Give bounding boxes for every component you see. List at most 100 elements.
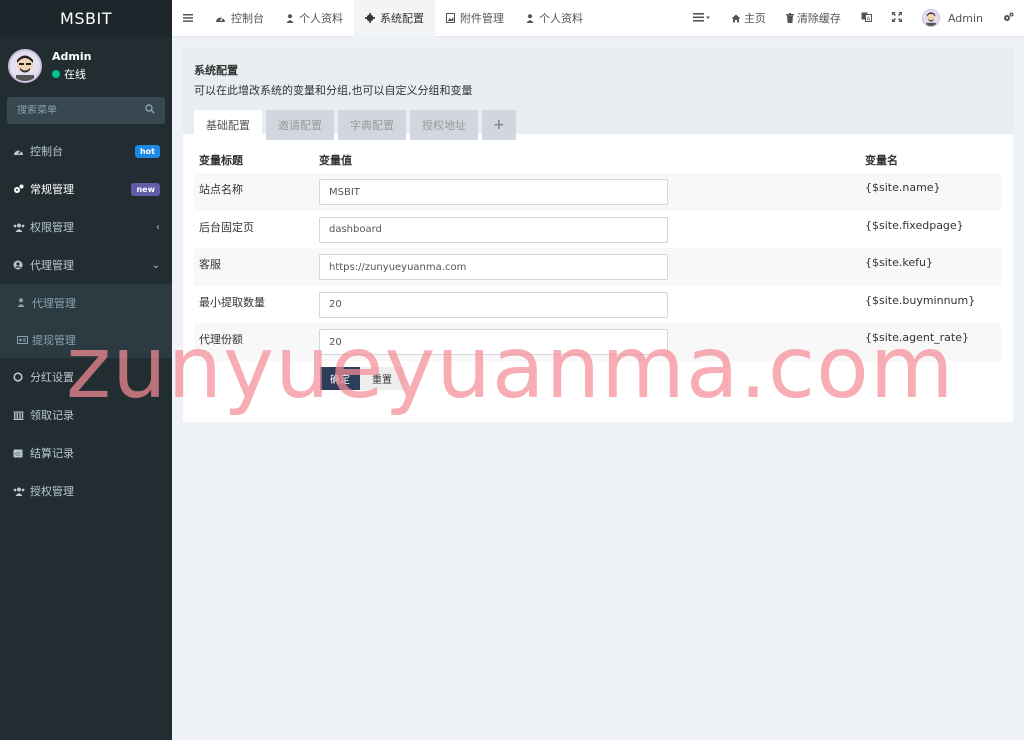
sidebar-item-permissions[interactable]: 权限管理 ‹ xyxy=(0,208,172,246)
user-icon xyxy=(286,13,294,23)
user-info: Admin 在线 xyxy=(52,50,91,82)
user-menu[interactable]: Admin xyxy=(912,0,993,37)
row-variable: {$site.name} xyxy=(860,173,1001,211)
svg-text:cc: cc xyxy=(15,451,21,457)
tab-system-config[interactable]: 系统配置 xyxy=(354,0,435,37)
brand-logo[interactable]: MSBIT xyxy=(0,0,172,37)
fixed-page-input[interactable] xyxy=(319,216,668,243)
row-variable: {$site.fixedpage} xyxy=(865,218,964,232)
sidebar-subitem-label: 提现管理 xyxy=(32,333,76,347)
reset-button[interactable]: 重置 xyxy=(360,367,404,390)
top-right-actions: 主页 清除缓存 A Admin xyxy=(683,0,1024,37)
config-table: 变量标题 变量值 变量名 站点名称 {$site.name} 后台固定页 {$s… xyxy=(194,147,1001,361)
site-name-input[interactable] xyxy=(319,179,668,205)
clear-cache-label: 清除缓存 xyxy=(796,12,841,25)
sidebar-item-label: 领取记录 xyxy=(30,409,74,422)
column-header: 变量值 xyxy=(319,154,352,167)
row-variable: {$site.kefu} xyxy=(860,248,1001,286)
add-tab-button[interactable]: + xyxy=(482,110,516,140)
svg-text:A: A xyxy=(867,16,871,22)
tab-label: 附件管理 xyxy=(460,12,504,25)
tab-profile[interactable]: 个人资料 xyxy=(275,0,354,37)
search-icon[interactable] xyxy=(145,104,155,117)
list-icon xyxy=(692,12,711,25)
menu-toggle-icon[interactable] xyxy=(172,0,204,37)
tab-label: 个人资料 xyxy=(299,12,343,25)
group-icon xyxy=(13,487,25,496)
tab-profile-2[interactable]: 个人资料 xyxy=(515,0,594,37)
language-button[interactable]: A xyxy=(851,0,882,37)
gear-icon xyxy=(365,13,375,23)
chevron-left-icon: ‹ xyxy=(156,221,160,233)
tab-license-url[interactable]: 授权地址 xyxy=(410,110,478,140)
image-file-icon xyxy=(446,13,455,23)
user-panel: Admin 在线 xyxy=(0,41,172,91)
customer-service-input[interactable] xyxy=(319,254,668,280)
table-row: 站点名称 {$site.name} xyxy=(194,173,1001,211)
home-link[interactable]: 主页 xyxy=(721,0,776,37)
sidebar-menu: 控制台 hot 常规管理 new 权限管理 ‹ 代理管理 ⌄ 代理管理 提现管理 xyxy=(0,132,172,510)
sidebar-item-license[interactable]: 授权管理 xyxy=(0,472,172,510)
table-row: 后台固定页 {$site.fixedpage} xyxy=(194,211,1001,249)
translate-icon: A xyxy=(861,12,872,25)
chevron-down-icon: ⌄ xyxy=(151,259,160,271)
search-input[interactable] xyxy=(17,105,127,116)
home-icon xyxy=(731,14,741,23)
sidebar-item-label: 控制台 xyxy=(30,145,63,158)
dashboard-icon xyxy=(13,147,25,156)
row-value-cell xyxy=(314,248,860,286)
row-value-cell xyxy=(314,173,860,211)
online-dot-icon xyxy=(52,70,60,78)
page-title: 系统配置 xyxy=(194,64,238,77)
table-header-row: 变量标题 变量值 变量名 xyxy=(194,147,1001,173)
fullscreen-button[interactable] xyxy=(882,0,912,37)
trash-icon xyxy=(785,13,794,23)
tab-label: 个人资料 xyxy=(539,12,583,25)
tab-invite-config[interactable]: 邀请配置 xyxy=(266,110,334,140)
settings-button[interactable] xyxy=(993,0,1024,37)
column-header: 变量名 xyxy=(865,154,898,167)
avatar[interactable] xyxy=(8,49,42,83)
cc-icon: cc xyxy=(13,449,25,458)
fullscreen-icon xyxy=(891,11,902,25)
sidebar-item-general[interactable]: 常规管理 new xyxy=(0,170,172,208)
sidebar-item-claims[interactable]: 领取记录 xyxy=(0,396,172,434)
table-row: 代理份额 {$site.agent_rate} xyxy=(194,323,1001,361)
user-status: 在线 xyxy=(52,66,91,82)
sidebar: MSBIT Admin 在线 控制台 hot 常规管理 new 权限管理 ‹ xyxy=(0,0,172,740)
table-row: 最小提取数量 {$site.buyminnum} xyxy=(194,286,1001,324)
tab-attachments[interactable]: 附件管理 xyxy=(435,0,515,37)
config-tabs: 基础配置 邀请配置 字典配置 授权地址 + xyxy=(194,110,1002,140)
tab-dashboard[interactable]: 控制台 xyxy=(204,0,275,37)
tab-dictionary-config[interactable]: 字典配置 xyxy=(338,110,406,140)
row-value-cell xyxy=(314,286,860,324)
min-withdraw-input[interactable] xyxy=(319,291,668,318)
user-name: Admin xyxy=(52,50,92,63)
sidebar-item-settlement[interactable]: cc 结算记录 xyxy=(0,434,172,472)
column-header: 变量标题 xyxy=(199,154,243,167)
admin-label: Admin xyxy=(947,11,983,25)
sidebar-item-dashboard[interactable]: 控制台 hot xyxy=(0,132,172,170)
sidebar-item-agents[interactable]: 代理管理 ⌄ xyxy=(0,246,172,284)
sidebar-item-label: 分红设置 xyxy=(30,371,74,384)
list-menu-button[interactable] xyxy=(683,0,721,37)
sidebar-search xyxy=(7,97,165,124)
sidebar-subitem-label: 代理管理 xyxy=(32,296,76,310)
clear-cache-button[interactable]: 清除缓存 xyxy=(776,0,851,37)
sidebar-item-label: 权限管理 xyxy=(30,221,74,234)
sidebar-item-label: 代理管理 xyxy=(30,259,74,272)
tab-basic-config[interactable]: 基础配置 xyxy=(194,110,262,140)
submit-button[interactable]: 确定 xyxy=(320,367,360,390)
sidebar-submenu: 代理管理 提现管理 xyxy=(0,284,172,358)
user-circle-icon xyxy=(13,260,25,270)
agent-rate-input[interactable] xyxy=(319,329,668,355)
home-label: 主页 xyxy=(743,12,766,25)
sidebar-item-dividend[interactable]: 分红设置 xyxy=(0,358,172,396)
cogs-icon xyxy=(1003,12,1014,25)
row-title: 站点名称 xyxy=(194,173,314,211)
sidebar-subitem-agent-manage[interactable]: 代理管理 xyxy=(0,284,172,321)
page-description: 可以在此增改系统的变量和分组,也可以自定义分组和变量 xyxy=(194,84,473,97)
sidebar-subitem-withdraw[interactable]: 提现管理 xyxy=(0,321,172,358)
sidebar-item-label: 授权管理 xyxy=(30,485,74,498)
hot-badge: hot xyxy=(134,144,160,158)
